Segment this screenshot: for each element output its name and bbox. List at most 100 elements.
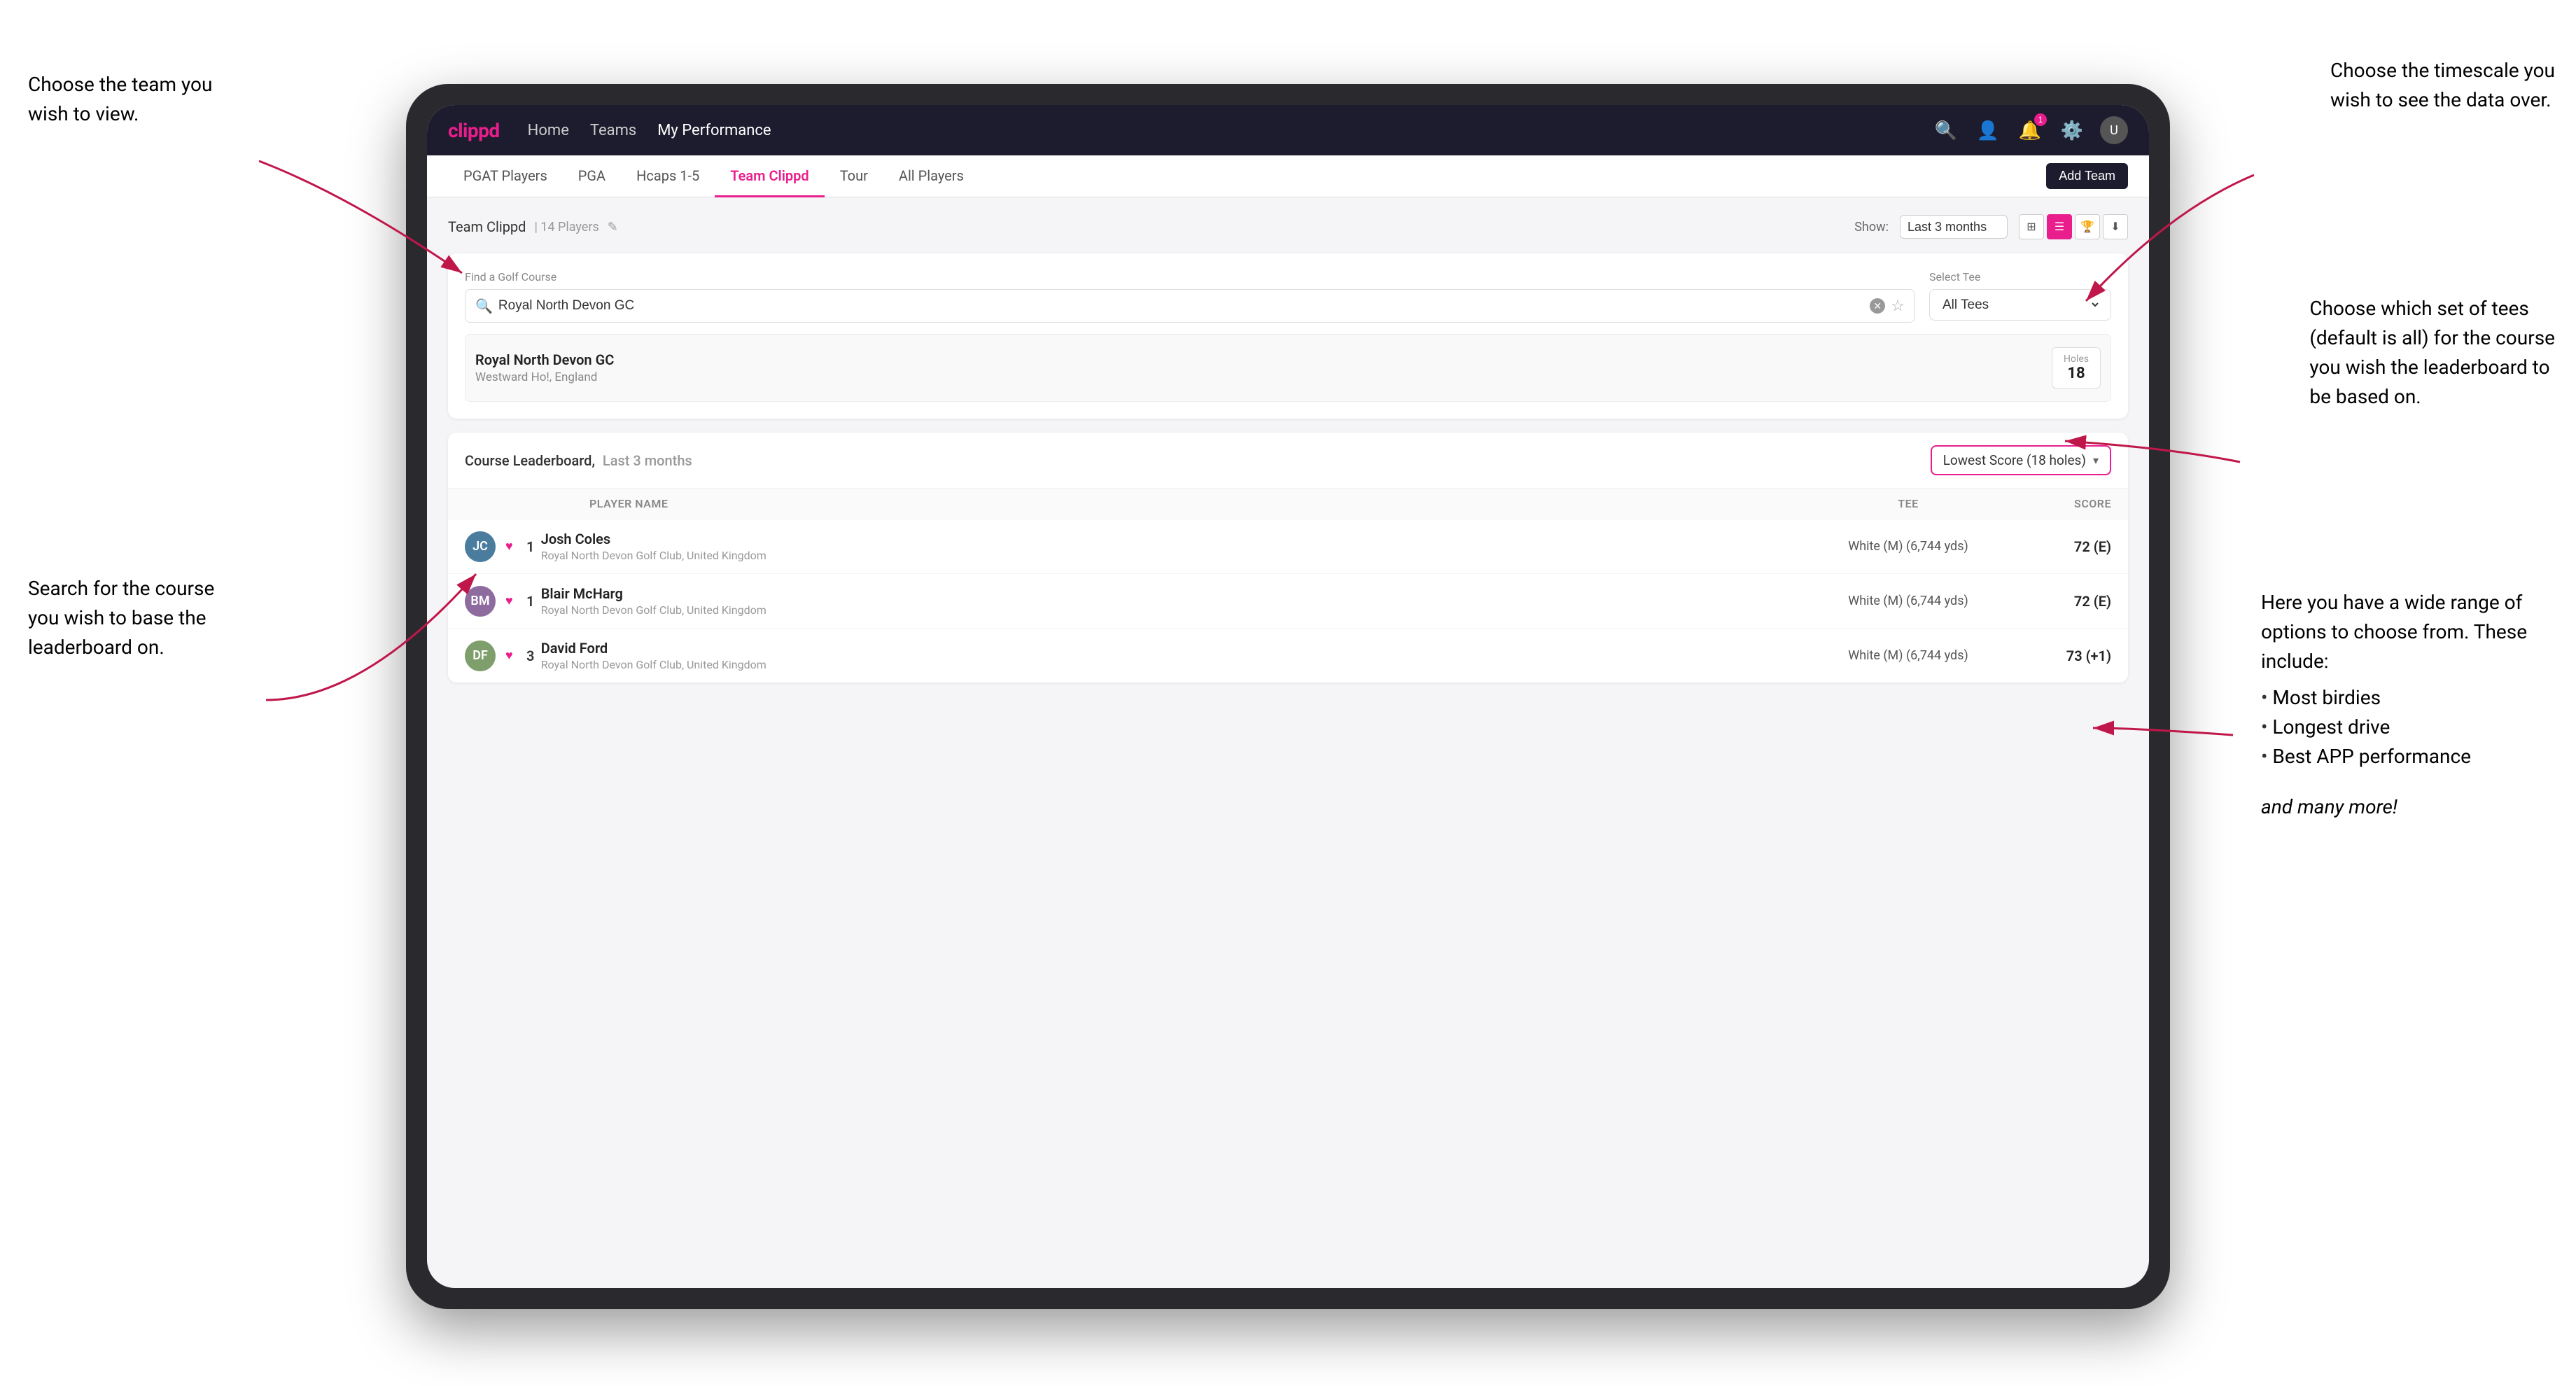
annotation-line: Choose the timescale you (2330, 59, 2555, 82)
search-clear-button[interactable]: ✕ (1870, 298, 1885, 314)
player-name: Josh Coles (541, 531, 1803, 547)
tee-select-label: Select Tee (1929, 270, 2111, 284)
sub-nav: PGAT Players PGA Hcaps 1-5 Team Clippd T… (427, 155, 2149, 197)
sub-nav-links: PGAT Players PGA Hcaps 1-5 Team Clippd T… (448, 155, 979, 197)
score-type-select[interactable]: Lowest Score (18 holes) ▾ (1931, 445, 2111, 475)
edit-icon[interactable]: ✎ (608, 220, 618, 234)
team-name: Team Clippd (448, 218, 526, 235)
sub-nav-team-clippd[interactable]: Team Clippd (715, 156, 824, 197)
player-rank: 3 (520, 648, 541, 664)
annotation-bottom-left: Search for the course you wish to base t… (28, 574, 214, 662)
avatar[interactable]: U (2100, 116, 2128, 144)
table-row: JC ♥ 1 Josh Coles Royal North Devon Golf… (448, 519, 2128, 574)
team-header: Team Clippd | 14 Players ✎ Show: Last 3 … (448, 214, 2128, 239)
leaderboard-header: Course Leaderboard, Last 3 months Lowest… (448, 433, 2128, 489)
leaderboard-title: Course Leaderboard, Last 3 months (465, 452, 692, 469)
player-score: 72 (E) (2013, 593, 2111, 610)
annotation-option: Longest drive (2261, 713, 2555, 742)
annotation-line: (default is all) for the course (2309, 326, 2555, 349)
annotation-option: Most birdies (2261, 683, 2555, 713)
annotation-line: you wish the leaderboard to (2309, 356, 2549, 379)
holes-label: Holes (2064, 354, 2089, 365)
main-content: Team Clippd | 14 Players ✎ Show: Last 3 … (427, 197, 2149, 699)
search-row: Find a Golf Course 🔍 ✕ ☆ Select Tee (465, 270, 2111, 323)
user-icon-button[interactable]: 👤 (1974, 116, 2002, 144)
annotation-line: leaderboard on. (28, 636, 164, 659)
player-score: 73 (+1) (2013, 648, 2111, 664)
course-result: Royal North Devon GC Westward Ho!, Engla… (465, 334, 2111, 402)
timeframe-select[interactable]: Last 3 months (1900, 215, 2008, 239)
player-details: Blair McHarg Royal North Devon Golf Club… (541, 585, 1803, 617)
chevron-down-icon: ▾ (2093, 454, 2099, 467)
search-icon: 🔍 (475, 298, 493, 314)
annotation-line: Search for the course (28, 577, 214, 600)
course-search-label: Find a Golf Course (465, 270, 1915, 284)
view-toggle-buttons: ⊞ ☰ 🏆 ⬇ (2019, 214, 2128, 239)
player-rank: 1 (520, 538, 541, 555)
course-search-input[interactable] (498, 298, 1864, 314)
annotation-line: Here you have a wide range of options to… (2261, 591, 2527, 673)
sub-nav-tour[interactable]: Tour (825, 156, 883, 197)
tee-select-group: Select Tee All Tees (1929, 270, 2111, 323)
download-button[interactable]: ⬇ (2103, 214, 2128, 239)
annotation-line: wish to view. (28, 102, 139, 125)
sub-nav-hcaps[interactable]: Hcaps 1-5 (621, 156, 715, 197)
show-label: Show: (1854, 220, 1889, 234)
annotation-line: wish to see the data over. (2330, 88, 2551, 111)
nav-links: Home Teams My Performance (528, 122, 771, 139)
app-logo: clippd (448, 119, 500, 142)
col-player-name-header: PLAYER NAME (589, 497, 1803, 510)
player-avatar: JC (465, 531, 496, 562)
favorite-heart-icon[interactable]: ♥ (505, 594, 513, 608)
table-row: BM ♥ 1 Blair McHarg Royal North Devon Go… (448, 574, 2128, 629)
annotation-line: be based on. (2309, 385, 2421, 408)
annotation-top-right: Choose the timescale you wish to see the… (2330, 56, 2555, 115)
grid-view-button[interactable]: ⊞ (2019, 214, 2044, 239)
course-name: Royal North Devon GC (475, 351, 614, 368)
team-controls: Show: Last 3 months ⊞ ☰ 🏆 ⬇ (1854, 214, 2128, 239)
annotation-top-left: Choose the team you wish to view. (28, 70, 212, 129)
tee-select-wrap[interactable]: All Tees (1929, 289, 2111, 321)
favorite-heart-icon[interactable]: ♥ (505, 648, 513, 663)
course-search-input-wrap[interactable]: 🔍 ✕ ☆ (465, 289, 1915, 323)
tablet-screen: clippd Home Teams My Performance 🔍 👤 🔔 1… (427, 105, 2149, 1288)
notification-bell-button[interactable]: 🔔 1 (2016, 116, 2044, 144)
table-header: PLAYER NAME TEE SCORE (448, 489, 2128, 519)
course-search-group: Find a Golf Course 🔍 ✕ ☆ (465, 270, 1915, 323)
player-club: Royal North Devon Golf Club, United King… (541, 549, 1803, 562)
add-team-button[interactable]: Add Team (2046, 163, 2128, 189)
leaderboard-table: JC ♥ 1 Josh Coles Royal North Devon Golf… (448, 519, 2128, 682)
holes-badge: Holes 18 (2052, 347, 2101, 388)
player-avatar: DF (465, 640, 496, 671)
player-tee: White (M) (6,744 yds) (1803, 594, 2013, 608)
search-icon-button[interactable]: 🔍 (1932, 116, 1960, 144)
settings-icon-button[interactable]: ⚙️ (2058, 116, 2086, 144)
player-rank: 1 (520, 593, 541, 610)
team-title-group: Team Clippd | 14 Players ✎ (448, 218, 618, 235)
notification-badge: 1 (2034, 113, 2047, 126)
table-row: DF ♥ 3 David Ford Royal North Devon Golf… (448, 629, 2128, 682)
nav-link-home[interactable]: Home (528, 122, 569, 139)
player-count: | 14 Players (534, 220, 598, 234)
player-details: David Ford Royal North Devon Golf Club, … (541, 640, 1803, 671)
nav-link-teams[interactable]: Teams (590, 122, 636, 139)
leaderboard-section: Course Leaderboard, Last 3 months Lowest… (448, 433, 2128, 682)
favorite-button[interactable]: ☆ (1891, 297, 1905, 315)
col-score-header: SCORE (2013, 497, 2111, 510)
player-name: Blair McHarg (541, 585, 1803, 602)
player-tee: White (M) (6,744 yds) (1803, 648, 2013, 663)
annotation-line: Choose the team you (28, 73, 212, 96)
player-details: Josh Coles Royal North Devon Golf Club, … (541, 531, 1803, 562)
nav-link-my-performance[interactable]: My Performance (657, 122, 771, 139)
trophy-view-button[interactable]: 🏆 (2075, 214, 2100, 239)
favorite-heart-icon[interactable]: ♥ (505, 539, 513, 554)
sub-nav-pga[interactable]: PGA (563, 156, 621, 197)
course-location: Westward Ho!, England (475, 370, 614, 384)
annotation-bottom-right: Here you have a wide range of options to… (2261, 588, 2555, 822)
sub-nav-pgat[interactable]: PGAT Players (448, 156, 563, 197)
player-club: Royal North Devon Golf Club, United King… (541, 658, 1803, 671)
player-avatar: BM (465, 586, 496, 617)
list-view-button[interactable]: ☰ (2047, 214, 2072, 239)
sub-nav-all-players[interactable]: All Players (883, 156, 979, 197)
tee-select[interactable]: All Tees (1940, 297, 2101, 313)
